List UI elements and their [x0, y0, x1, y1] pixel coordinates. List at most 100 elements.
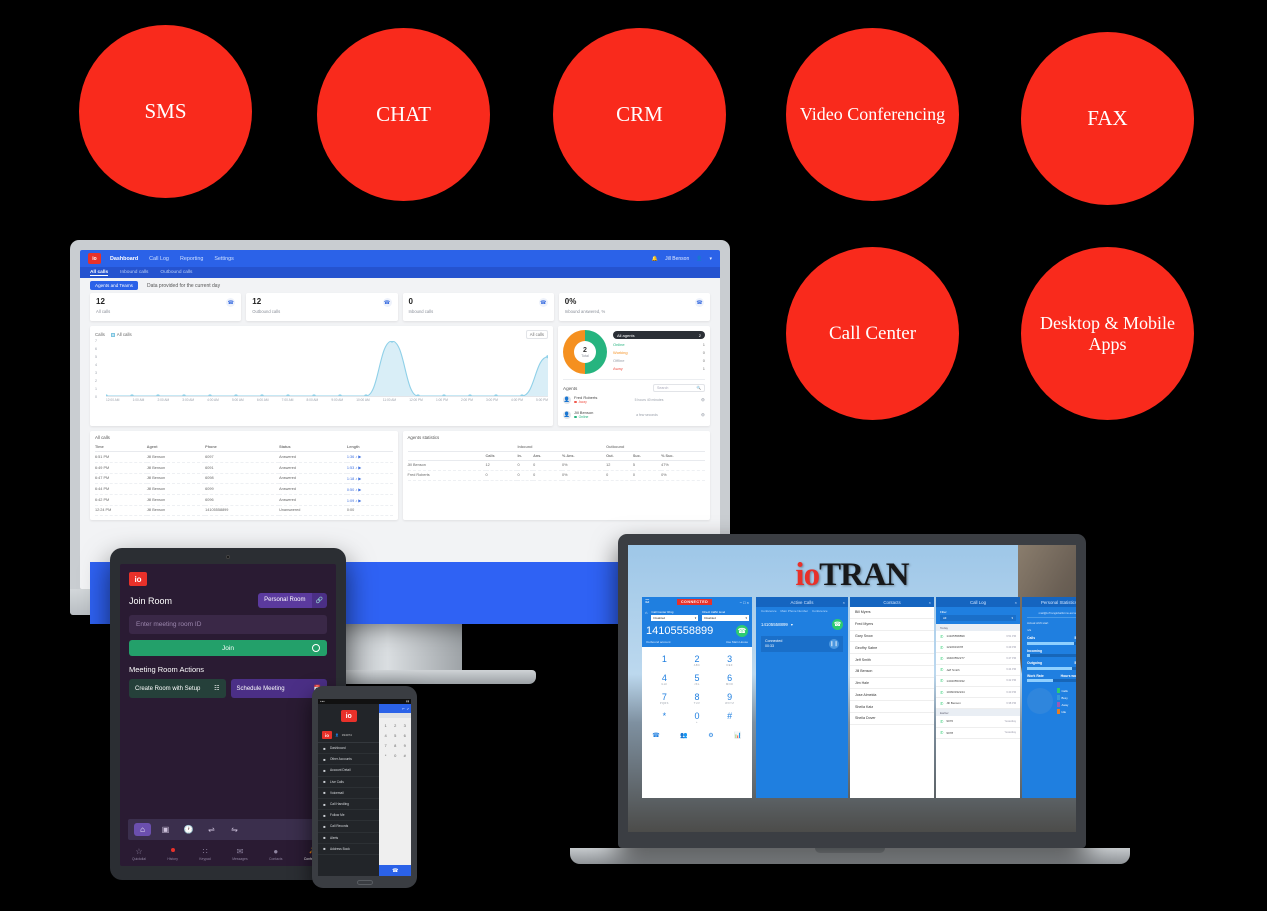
tablet-tab-contacts[interactable]: ● Contacts	[269, 848, 282, 862]
tablet-tab-history[interactable]: ◔History	[167, 848, 178, 862]
contact-list-item[interactable]: Jim Hale	[850, 678, 934, 690]
call-log-row[interactable]: ✆ Jeff Smith 6:44 PM	[936, 665, 1020, 676]
phone-menu-item[interactable]: ■ Other Accounts	[318, 754, 380, 766]
agents-legend-row[interactable]: Online 1	[613, 340, 705, 348]
table-row[interactable]: 12:24 PM Jill Benson 14105558899 Unanswered…	[95, 505, 393, 516]
clock-icon[interactable]: 🕐	[180, 823, 197, 836]
service-circle-crm[interactable]: CRM	[553, 28, 726, 201]
create-room-with-setup-button[interactable]: Create Room with Setup ☷	[129, 679, 226, 698]
nav-item-call-log[interactable]: Call Log	[149, 256, 169, 262]
contact-list-item[interactable]: Jose Almeida	[850, 689, 934, 702]
phone-key-9[interactable]: 9	[400, 741, 409, 750]
table-row[interactable]: Fred Roberts 0 0 0 0% 0 0 0%	[407, 470, 705, 481]
share-icon[interactable]: ➚	[406, 707, 409, 711]
calls-table-column[interactable]: Time	[95, 443, 147, 452]
reply-icon[interactable]: ↶	[402, 707, 405, 711]
transfer-icon[interactable]: ⇌	[203, 823, 220, 836]
call-log-row[interactable]: ✆ 9076 Yesterday	[936, 716, 1020, 728]
nav-item-settings[interactable]: Settings	[214, 256, 233, 262]
merge-icon[interactable]: ⇋	[226, 823, 243, 836]
call-log-row[interactable]: ✆ 19403552277 6:47 PM	[936, 653, 1020, 665]
contacts-list[interactable]: Bill Myers Fred Myers Gary Snow Geoffry Sab…	[850, 607, 934, 798]
phone-account-row[interactable]: io 👤 334074	[318, 728, 380, 743]
meeting-room-id-input[interactable]: Enter meeting room ID	[129, 615, 327, 634]
tablet-tab-keypad[interactable]: ∷ Keypad	[199, 848, 211, 862]
call-log-row[interactable]: ✆ 10093332244 6:40 PM	[936, 687, 1020, 699]
agents-teams-filter[interactable]: Agents and Teams	[90, 281, 138, 290]
table-row[interactable]: Jill Benson 12 0 0 0% 12 5 47%	[407, 460, 705, 471]
eye-icon[interactable]: 👁	[701, 413, 705, 417]
agents-legend-row[interactable]: Offline 0	[613, 357, 705, 365]
kpi-card-all-calls[interactable]: 12 All calls ☎	[90, 293, 242, 321]
phone-key-4[interactable]: 4	[381, 731, 390, 740]
service-circle-desktop-mobile-apps[interactable]: Desktop & Mobile Apps	[1021, 247, 1194, 420]
calls-table-column[interactable]: Status	[279, 443, 347, 452]
calls-table-column[interactable]: Length	[346, 443, 393, 452]
user-icon[interactable]: 👤	[696, 256, 702, 262]
stats-table-column[interactable]: % Suc.	[661, 451, 705, 461]
answer-call-button[interactable]: ☎	[832, 619, 843, 630]
home-icon[interactable]: ⌂	[645, 610, 647, 621]
phone-menu-item[interactable]: ■ Account Detail	[318, 765, 380, 777]
calls-table-column[interactable]: Agent	[146, 443, 206, 452]
close-icon[interactable]: ×	[929, 600, 931, 605]
phone-menu-item[interactable]: ■ Dashboard	[318, 743, 380, 755]
contact-list-item[interactable]: Fred Myers	[850, 619, 934, 631]
contact-list-item[interactable]: Sheila Dover	[850, 713, 934, 725]
phone-key-5[interactable]: 5	[391, 731, 400, 740]
tab-main-phone-number[interactable]: Main Phone Number	[781, 609, 809, 613]
contact-list-item[interactable]: Jill Benson	[850, 666, 934, 678]
stats-table-column[interactable]	[407, 451, 486, 461]
contact-list-item[interactable]: Jeff Smith	[850, 654, 934, 666]
table-row[interactable]: 6:42 PM Jill Benson 6096 Answered 1:09 ♪ ▶	[95, 494, 393, 506]
softphone-key-0[interactable]: 0 +	[681, 708, 714, 727]
video-icon[interactable]: ▣	[157, 823, 174, 836]
table-row[interactable]: 6:47 PM Jill Benson 6098 Answered 1:18 ♪ ▶	[95, 473, 393, 485]
agents-legend-row[interactable]: Away 1	[613, 365, 705, 373]
call-log-row[interactable]: ✆ 14043553332 6:42 PM	[936, 676, 1020, 687]
link-icon[interactable]: 🔗	[311, 593, 327, 608]
call-log-row[interactable]: ✆ 1222931978 6:49 PM	[936, 642, 1020, 654]
nav-item-dashboard[interactable]: Dashboard	[110, 256, 138, 262]
contact-list-item[interactable]: Geoffry Sabre	[850, 642, 934, 655]
phone-menu-item[interactable]: ■ Address Book	[318, 844, 380, 855]
stats-table-column[interactable]: Out.	[606, 451, 633, 461]
user-name[interactable]: Jill Benson	[665, 256, 689, 262]
active-call-card[interactable]: Connected 00:33 ❙❙	[761, 636, 843, 653]
join-button[interactable]: Join	[129, 640, 327, 656]
settings-icon[interactable]: ⚙	[708, 732, 713, 739]
kpi-card-inbound-calls[interactable]: 0 Inbound calls ☎	[402, 293, 554, 321]
softphone-keypad[interactable]: 1 2 ABC 3 DEF 4 GHI 5 JKL 6 MNO 7 PQRS 8 TUV 9 WXYZ * 0 + #	[642, 647, 752, 729]
call-log-list[interactable]: Today ✆ 14105558899 6:51 PM ✆ 1222931978 6:49 …	[936, 624, 1020, 798]
table-row[interactable]: 6:51 PM Jill Benson 6097 Answered 1:36 ♪ ▶	[95, 451, 393, 463]
dialer-menu-icon[interactable]: ☲	[645, 599, 649, 605]
dialed-number[interactable]: 14105558899	[646, 625, 713, 637]
call-log-filter[interactable]: Filter All ▾	[936, 607, 1020, 624]
softphone-key-4[interactable]: 4 GHI	[648, 670, 681, 689]
chart-series-selector[interactable]: All calls	[525, 330, 548, 339]
bell-icon[interactable]: 🔔	[652, 256, 658, 262]
chevron-down-icon[interactable]: ▾	[709, 256, 712, 262]
call-log-row[interactable]: ✆ Jill Benson 6:38 PM	[936, 698, 1020, 710]
contact-list-item[interactable]: Bill Myers	[850, 607, 934, 619]
phone-key-6[interactable]: 6	[400, 731, 409, 740]
phone-menu-item[interactable]: ■ Follow Me	[318, 810, 380, 822]
softphone-key-7[interactable]: 7 PQRS	[648, 689, 681, 708]
softphone-key-9[interactable]: 9 WXYZ	[713, 689, 746, 708]
phone-key-*[interactable]: *	[381, 751, 390, 760]
stats-table-column[interactable]: Calls	[485, 451, 518, 461]
calls-table-column[interactable]: Phone	[205, 443, 280, 452]
tablet-tab-quickdial[interactable]: ☆ Quickdial	[132, 848, 146, 862]
phone-menu-item[interactable]: ■ Alerts	[318, 833, 380, 844]
softphone-key-#[interactable]: #	[713, 708, 746, 727]
service-circle-call-center[interactable]: Call Center	[786, 247, 959, 420]
window-controls[interactable]: − □ ×	[740, 600, 749, 605]
phone-key-0[interactable]: 0	[391, 751, 400, 760]
phone-keypad[interactable]: 1 2 3 4 5 6 7 8 9 * 0 #	[379, 718, 411, 763]
subtab-all-calls[interactable]: All calls	[90, 270, 109, 276]
phone-key-#[interactable]: #	[400, 751, 409, 760]
contact-list-item[interactable]: Gary Snow	[850, 631, 934, 643]
kpi-card-inbound-answered[interactable]: 0% Inbound answered, % ☎	[558, 293, 710, 321]
softphone-key-*[interactable]: *	[648, 708, 681, 727]
chevron-down-icon[interactable]: ▾	[791, 622, 793, 627]
